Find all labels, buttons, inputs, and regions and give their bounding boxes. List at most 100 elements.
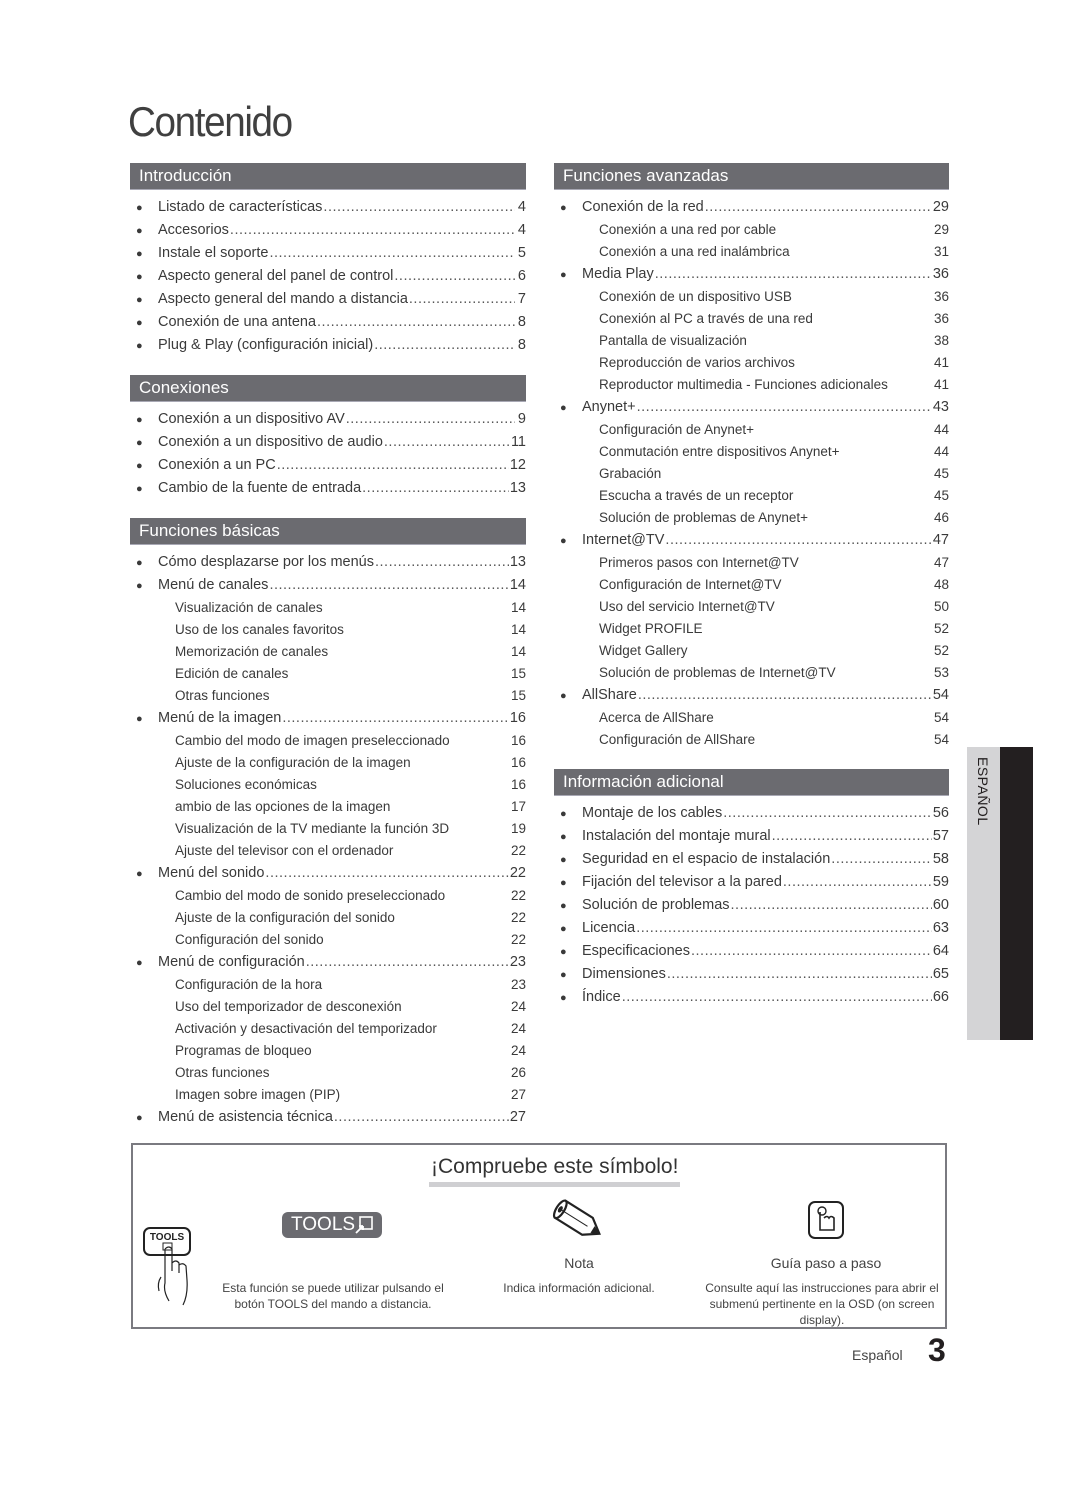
toc-entry-label: Cambio de la fuente de entrada	[158, 480, 362, 496]
toc-subentry[interactable]: Edición de canales 15	[130, 663, 526, 685]
toc-subentry[interactable]: Ajuste del televisor con el ordenador 22	[130, 840, 526, 862]
toc-entry[interactable]: ● Listado de características 4	[130, 196, 526, 219]
toc-subentry[interactable]: Reproductor multimedia - Funciones adici…	[554, 374, 949, 396]
toc-subentry[interactable]: Otras funciones 15	[130, 685, 526, 707]
toc-subentry[interactable]: Uso de los canales favoritos 14	[130, 619, 526, 641]
toc-entry[interactable]: ● Plug & Play (configuración inicial) 8	[130, 334, 526, 357]
toc-subentry[interactable]: Configuración de AllShare 54	[554, 729, 949, 751]
toc-subentry[interactable]: Solución de problemas de Internet@TV 53	[554, 662, 949, 684]
toc-entry[interactable]: ● Conexión a un PC 12	[130, 454, 526, 477]
dot-leader	[636, 917, 932, 940]
dot-leader	[638, 684, 932, 707]
toc-subentry[interactable]: Uso del servicio Internet@TV 50	[554, 596, 949, 618]
toc-entry-label: Dimensiones	[582, 966, 666, 982]
toc-entry[interactable]: ● Internet@TV 47	[554, 529, 949, 552]
toc-subentry[interactable]: Solución de problemas de Anynet+ 46	[554, 507, 949, 529]
toc-entry-label: Montaje de los cables	[582, 805, 723, 821]
toc-subentry[interactable]: Conmutación entre dispositivos Anynet+ 44	[554, 441, 949, 463]
symbol-legend-title: ¡Compruebe este símbolo!	[429, 1155, 681, 1187]
toc-subentry-page: 54	[933, 710, 949, 725]
note-description: Indica información adicional.	[503, 1281, 655, 1295]
dot-leader	[334, 1106, 509, 1129]
bullet-icon: ●	[136, 225, 143, 237]
toc-subentry[interactable]: Conexión a una red inalámbrica 31	[554, 241, 949, 263]
toc-subentry[interactable]: Conexión de un dispositivo USB 36	[554, 286, 949, 308]
toc-subentry-page: 45	[933, 488, 949, 503]
toc-entry[interactable]: ● Especificaciones 64	[554, 940, 949, 963]
toc-entry[interactable]: ● AllShare 54	[554, 684, 949, 707]
toc-subentry[interactable]: Memorización de canales 14	[130, 641, 526, 663]
toc-subentry[interactable]: Escucha a través de un receptor 45	[554, 485, 949, 507]
toc-entry[interactable]: ● Media Play 36	[554, 263, 949, 286]
step-guide-description: Consulte aquí las instrucciones para abr…	[696, 1280, 948, 1328]
section-entries: ● Listado de características 4 ● Accesorios 4…	[130, 190, 526, 357]
toc-subentry[interactable]: Acerca de AllShare 54	[554, 707, 949, 729]
toc-entry[interactable]: ● Menú de configuración 23	[130, 951, 526, 974]
toc-entry[interactable]: ● Solución de problemas 60	[554, 894, 949, 917]
toc-subentry[interactable]: Configuración de Internet@TV 48	[554, 574, 949, 596]
toc-entry-page: 59	[932, 874, 949, 890]
toc-entry-label: Instalación del montaje mural	[582, 828, 771, 844]
toc-subentry[interactable]: Visualización de la TV mediante la funci…	[130, 818, 526, 840]
toc-entry[interactable]: ● Seguridad en el espacio de instalación 5…	[554, 848, 949, 871]
toc-subentry[interactable]: Ajuste de la configuración de la imagen 1…	[130, 752, 526, 774]
toc-subentry[interactable]: Configuración de Anynet+ 44	[554, 419, 949, 441]
toc-subentry[interactable]: ambio de las opciones de la imagen 17	[130, 796, 526, 818]
toc-subentry[interactable]: Cambio del modo de sonido preseleccionad…	[130, 885, 526, 907]
toc-entry[interactable]: ● Conexión a un dispositivo de audio 11	[130, 431, 526, 454]
toc-subentry[interactable]: Activación y desactivación del temporiza…	[130, 1018, 526, 1040]
toc-entry[interactable]: ● Dimensiones 65	[554, 963, 949, 986]
toc-entry[interactable]: ● Instale el soporte 5	[130, 242, 526, 265]
toc-entry[interactable]: ● Accesorios 4	[130, 219, 526, 242]
bullet-icon: ●	[560, 946, 567, 958]
toc-entry-label: Menú del sonido	[158, 865, 265, 881]
toc-subentry[interactable]: Cambio del modo de imagen preseleccionad…	[130, 730, 526, 752]
toc-entry[interactable]: ● Fijación del televisor a la pared 59	[554, 871, 949, 894]
toc-subentry[interactable]: Soluciones económicas 16	[130, 774, 526, 796]
toc-entry-label: Conexión a un PC	[158, 457, 276, 473]
toc-entry[interactable]: ● Cambio de la fuente de entrada 13	[130, 477, 526, 500]
toc-entry[interactable]: ● Menú del sonido 22	[130, 862, 526, 885]
toc-subentry[interactable]: Widget Gallery 52	[554, 640, 949, 662]
bullet-icon: ●	[560, 535, 567, 547]
toc-entry[interactable]: ● Conexión de la red 29	[554, 196, 949, 219]
toc-subentry[interactable]: Configuración del sonido 22	[130, 929, 526, 951]
dot-leader	[269, 242, 515, 265]
toc-entry[interactable]: ● Aspecto general del panel de control 6	[130, 265, 526, 288]
toc-subentry-label: Otras funciones	[175, 1065, 270, 1080]
toc-subentry[interactable]: Widget PROFILE 52	[554, 618, 949, 640]
toc-subentry[interactable]: Conexión a una red por cable 29	[554, 219, 949, 241]
toc-subentry-label: Widget Gallery	[599, 643, 688, 658]
toc-entry[interactable]: ● Menú de la imagen 16	[130, 707, 526, 730]
toc-subentry[interactable]: Conexión al PC a través de una red 36	[554, 308, 949, 330]
toc-entry[interactable]: ● Conexión a un dispositivo AV 9	[130, 408, 526, 431]
toc-subentry-page: 53	[933, 665, 949, 680]
dot-leader	[277, 454, 509, 477]
toc-entry[interactable]: ● Aspecto general del mando a distancia 7	[130, 288, 526, 311]
toc-subentry[interactable]: Visualización de canales 14	[130, 597, 526, 619]
toc-entry[interactable]: ● Índice 66	[554, 986, 949, 1009]
toc-subentry[interactable]: Pantalla de visualización 38	[554, 330, 949, 352]
toc-entry[interactable]: ● Instalación del montaje mural 57	[554, 825, 949, 848]
toc-subentry[interactable]: Imagen sobre imagen (PIP) 27	[130, 1084, 526, 1106]
toc-subentry[interactable]: Grabación 45	[554, 463, 949, 485]
toc-entry[interactable]: ● Menú de asistencia técnica 27	[130, 1106, 526, 1129]
toc-subentry[interactable]: Uso del temporizador de desconexión 24	[130, 996, 526, 1018]
toc-entry-label: Conexión de una antena	[158, 314, 317, 330]
toc-entry[interactable]: ● Conexión de una antena 8	[130, 311, 526, 334]
toc-subentry[interactable]: Ajuste de la configuración del sonido 22	[130, 907, 526, 929]
toc-entry[interactable]: ● Anynet+ 43	[554, 396, 949, 419]
toc-subentry[interactable]: Reproducción de varios archivos 41	[554, 352, 949, 374]
toc-entry[interactable]: ● Cómo desplazarse por los menús 13	[130, 551, 526, 574]
toc-subentry[interactable]: Otras funciones 26	[130, 1062, 526, 1084]
bullet-icon: ●	[560, 690, 567, 702]
toc-subentry-label: Conexión de un dispositivo USB	[599, 289, 792, 304]
dot-leader	[375, 551, 509, 574]
toc-entry[interactable]: ● Montaje de los cables 56	[554, 802, 949, 825]
toc-subentry[interactable]: Programas de bloqueo 24	[130, 1040, 526, 1062]
toc-entry[interactable]: ● Menú de canales 14	[130, 574, 526, 597]
toc-subentry[interactable]: Configuración de la hora 23	[130, 974, 526, 996]
toc-subentry-label: Activación y desactivación del temporiza…	[175, 1021, 437, 1036]
toc-entry[interactable]: ● Licencia 63	[554, 917, 949, 940]
toc-subentry[interactable]: Primeros pasos con Internet@TV 47	[554, 552, 949, 574]
